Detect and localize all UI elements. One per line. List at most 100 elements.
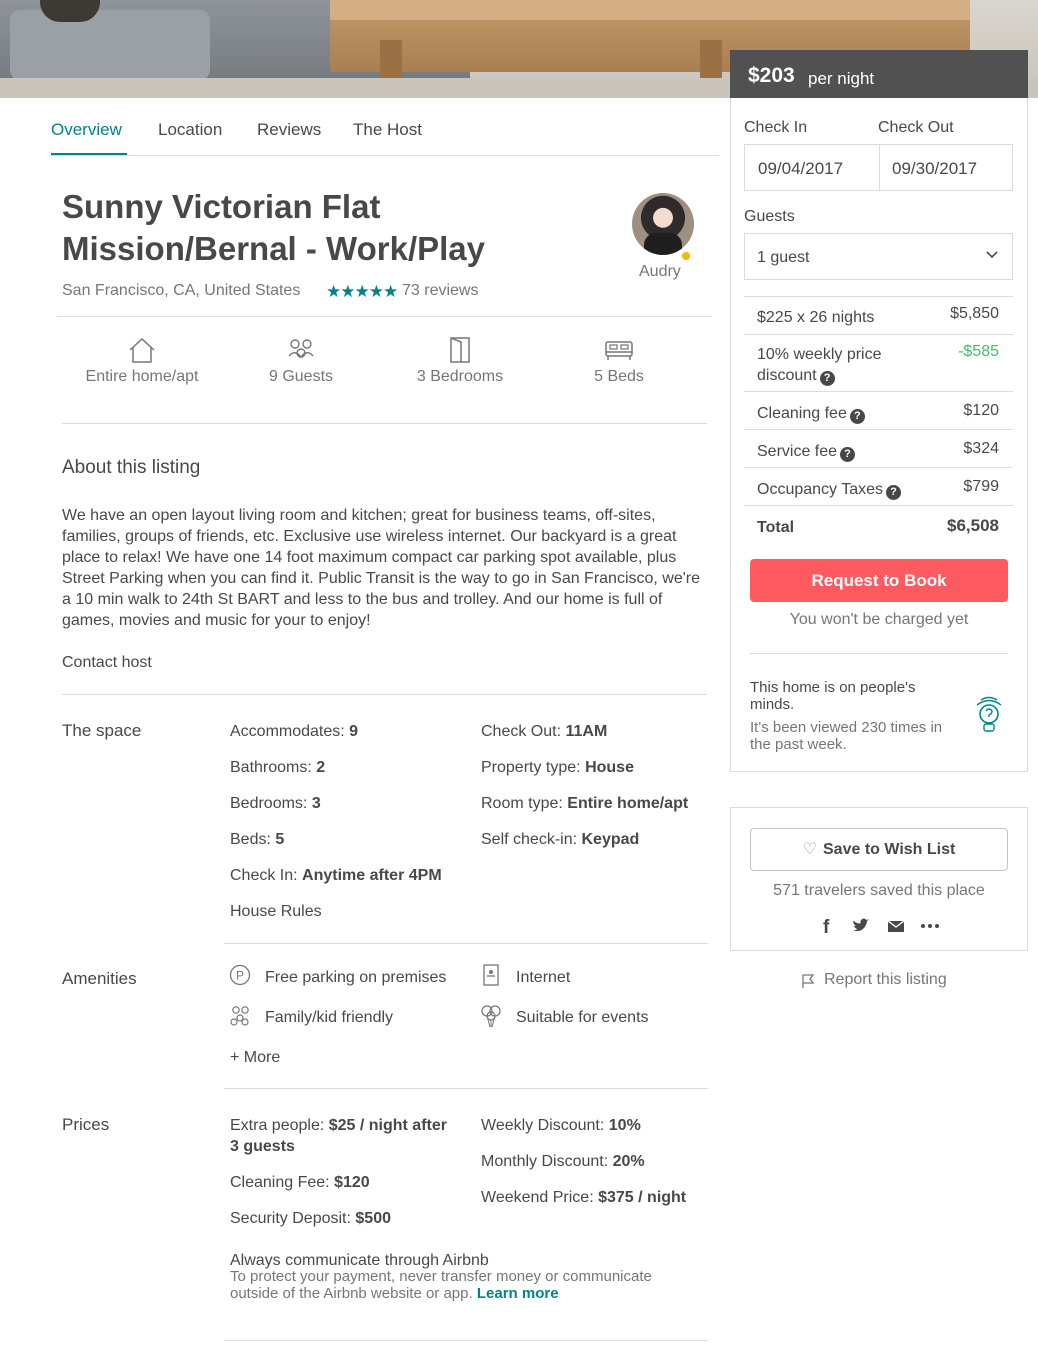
price-key: Cleaning Fee: — [230, 1174, 330, 1191]
price-monthly-discount: Monthly Discount: 20% — [481, 1151, 645, 1172]
total-value: $6,508 — [947, 516, 999, 535]
request-to-book-button[interactable]: Request to Book — [750, 559, 1008, 602]
price-key: Weekly Discount: — [481, 1117, 605, 1134]
listing-title-line2: Mission/Bernal - Work/Play — [62, 230, 486, 267]
space-accommodates: Accommodates: 9 — [230, 721, 358, 742]
facebook-icon[interactable]: f — [820, 916, 834, 936]
fee-value: $5,850 — [950, 305, 999, 322]
family-icon — [230, 1006, 249, 1026]
check-in-field[interactable]: 09/04/2017 — [758, 159, 843, 179]
fee-label: $225 x 26 nights — [757, 309, 875, 326]
price-value: $375 / night — [598, 1189, 687, 1206]
email-icon[interactable] — [886, 916, 906, 936]
space-value: 5 — [275, 831, 285, 848]
superhost-badge-icon — [680, 250, 692, 262]
space-key: Property type: — [481, 759, 581, 776]
summary-beds: 5 Beds — [559, 336, 679, 387]
popular-heading: This home is on people's minds. — [750, 679, 916, 713]
price-key: Weekend Price: — [481, 1189, 594, 1206]
space-property-type: Property type: House — [481, 757, 634, 778]
help-icon[interactable]: ? — [886, 485, 901, 500]
space-value: 2 — [316, 759, 326, 776]
price-extra-people: Extra people: $25 / night after 3 guests — [230, 1115, 450, 1157]
check-out-field[interactable]: 09/30/2017 — [892, 159, 977, 179]
space-value: 9 — [349, 723, 359, 740]
house-rules-link[interactable]: House Rules — [230, 901, 322, 922]
lightbulb-icon — [976, 696, 1002, 732]
about-heading: About this listing — [62, 457, 201, 478]
fee-row-nights: $225 x 26 nights $5,850 — [744, 296, 1013, 334]
door-icon — [450, 337, 470, 363]
summary-home: Entire home/apt — [82, 336, 202, 387]
listing-title: Sunny Victorian Flat Mission/Bernal - Wo… — [62, 186, 582, 270]
guests-label: Guests — [744, 208, 795, 225]
reviews-link[interactable]: 73 reviews — [402, 282, 478, 300]
tab-the-host[interactable]: The Host — [353, 120, 422, 140]
learn-more-link[interactable]: Learn more — [477, 1285, 559, 1302]
internet-icon — [483, 964, 499, 986]
space-check-in: Check In: Anytime after 4PM — [230, 865, 442, 886]
prices-label: Prices — [62, 1115, 110, 1134]
hero-table-top — [330, 0, 970, 20]
divider — [62, 694, 707, 695]
svg-text:P: P — [236, 969, 244, 983]
tab-overview[interactable]: Overview — [51, 120, 122, 140]
price-key: Extra people: — [230, 1117, 325, 1134]
space-value: 3 — [311, 795, 321, 812]
check-out-label: Check Out — [878, 119, 954, 136]
bed-icon — [605, 341, 633, 360]
saved-count: 571 travelers saved this place — [773, 882, 985, 899]
tab-location[interactable]: Location — [158, 120, 222, 140]
divider — [750, 653, 1008, 654]
fee-label: Cleaning fee — [757, 405, 847, 422]
help-icon[interactable]: ? — [849, 409, 865, 424]
fee-value: $324 — [963, 440, 999, 457]
space-value: Keypad — [581, 831, 640, 848]
fee-row-weekly-discount: 10% weekly price discount? -$585 — [744, 334, 1013, 391]
date-range-picker: 09/04/2017 09/30/2017 — [744, 144, 1013, 191]
host-name[interactable]: Audry — [639, 263, 681, 281]
summary-label: 5 Beds — [594, 368, 644, 385]
tab-reviews[interactable]: Reviews — [257, 120, 321, 140]
amenity-family: Family/kid friendly — [265, 1009, 394, 1026]
no-charge-note: You won't be charged yet — [789, 611, 969, 628]
help-icon[interactable]: ? — [819, 371, 835, 386]
summary-label: 3 Bedrooms — [416, 368, 504, 385]
twitter-icon[interactable] — [851, 916, 871, 936]
listing-title-line1: Sunny Victorian Flat — [62, 188, 381, 225]
report-listing-link[interactable]: Report this listing — [824, 971, 947, 989]
heart-icon: ♡ — [802, 841, 817, 858]
summary-label: Entire home/apt — [85, 368, 199, 385]
space-bathrooms: Bathrooms: 2 — [230, 757, 325, 778]
help-icon[interactable]: ? — [840, 447, 856, 462]
price-key: Monthly Discount: — [481, 1153, 609, 1170]
listing-tabs: Overview Location Reviews The Host — [51, 104, 719, 156]
guests-icon — [288, 339, 314, 359]
space-key: Self check-in: — [481, 831, 578, 848]
host-avatar[interactable] — [632, 193, 694, 255]
divider — [57, 316, 712, 317]
space-label: The space — [62, 721, 142, 740]
popular-text: It's been viewed 230 times in the past w… — [750, 719, 943, 753]
more-amenities-link[interactable]: + More — [230, 1047, 280, 1068]
fee-label: Occupancy Taxes — [757, 481, 883, 498]
parking-icon: P — [229, 964, 251, 986]
price-header: $203 per night — [730, 50, 1028, 98]
contact-host-link[interactable]: Contact host — [62, 652, 152, 673]
save-to-wishlist-button[interactable]: ♡ Save to Wish List — [750, 828, 1008, 871]
space-beds: Beds: 5 — [230, 829, 284, 850]
check-in-label: Check In — [744, 119, 808, 136]
fee-row-taxes: Occupancy Taxes? $799 — [744, 467, 1013, 505]
summary-guests: 9 Guests — [241, 336, 361, 387]
summary-bedrooms: 3 Bedrooms — [400, 336, 520, 387]
divider — [224, 1088, 708, 1089]
divider — [224, 1340, 708, 1341]
price-value: 20% — [612, 1153, 645, 1170]
space-value: Anytime after 4PM — [302, 867, 442, 884]
more-icon[interactable] — [919, 916, 941, 936]
guests-select[interactable]: 1 guest — [744, 233, 1013, 280]
summary-label: 9 Guests — [268, 368, 334, 385]
fee-value: $799 — [963, 478, 999, 495]
space-value: House — [585, 759, 634, 776]
about-description: We have an open layout living room and k… — [62, 507, 701, 629]
